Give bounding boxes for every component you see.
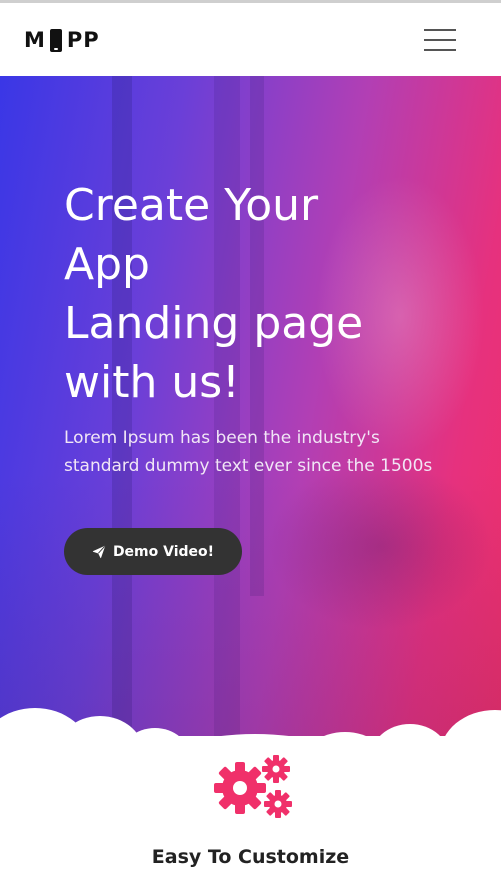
- gears-icon: [214, 755, 292, 818]
- hero-title-line: App: [64, 239, 150, 290]
- phone-icon: [49, 28, 62, 52]
- hero-title-line: Create Your: [64, 180, 319, 231]
- cloud-divider: [0, 690, 501, 802]
- paper-plane-icon: [92, 545, 106, 558]
- hero-title-line: with us!: [64, 357, 240, 408]
- navbar: M PP: [0, 3, 501, 76]
- feature-title: Easy To Customize: [151, 846, 350, 868]
- logo-text-right: PP: [66, 28, 100, 52]
- demo-video-button[interactable]: Demo Video!: [64, 528, 242, 575]
- logo[interactable]: M PP: [24, 25, 100, 55]
- logo-text-left: M: [24, 28, 46, 52]
- hero-section: Create Your App Landing page with us! Lo…: [0, 76, 501, 736]
- hamburger-menu-icon[interactable]: [424, 27, 456, 53]
- hero-description: Lorem Ipsum has been the industry's stan…: [64, 428, 433, 476]
- demo-video-label: Demo Video!: [112, 543, 215, 560]
- hero-title-line: Landing page: [64, 298, 364, 349]
- hero-title: Create Your App Landing page with us!: [64, 176, 464, 412]
